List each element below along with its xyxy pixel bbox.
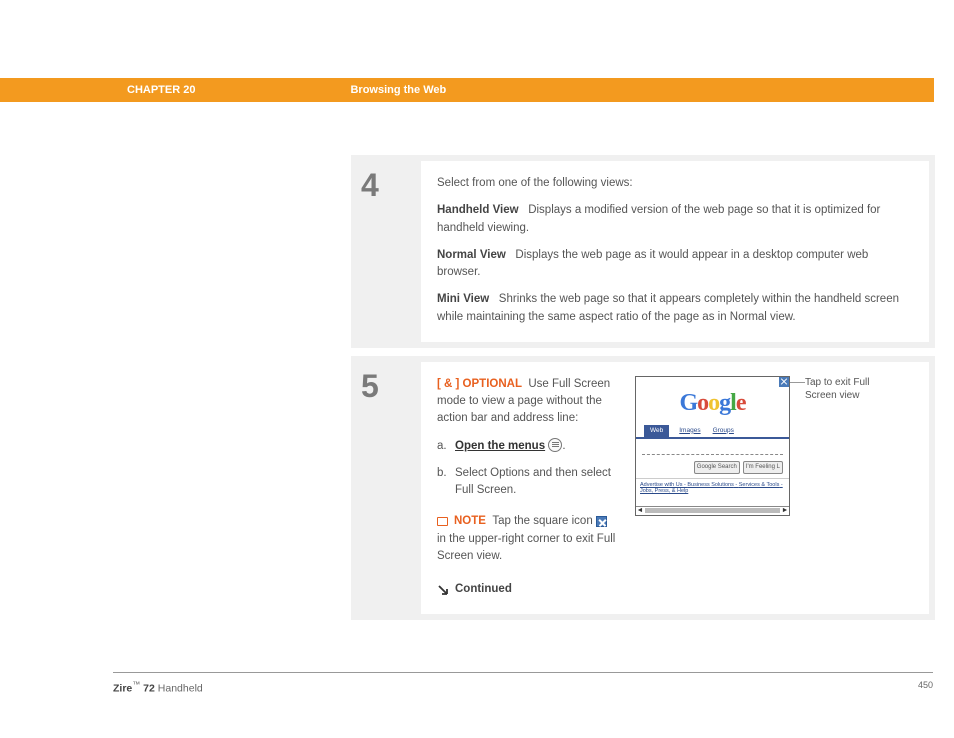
scroll-left-icon: ◄ <box>636 507 644 515</box>
step-number: 4 <box>361 167 421 204</box>
sublist-item-a: a. Open the menus . <box>437 438 617 455</box>
chapter-label: CHAPTER 20 <box>127 84 195 96</box>
scroll-right-icon: ► <box>781 507 789 515</box>
product-name: Zire™ 72 Handheld <box>113 680 203 695</box>
close-square-icon <box>596 516 607 527</box>
continued-label: Continued <box>455 581 512 598</box>
sublist-content: Open the menus . <box>455 438 566 455</box>
note-flag-icon <box>437 516 450 527</box>
handheld-footer-links: Advertise with Us - Business Solutions -… <box>636 478 789 498</box>
view-name: Normal View <box>437 249 506 261</box>
step-number-column: 4 <box>351 155 421 348</box>
view-name: Handheld View <box>437 204 519 216</box>
step5-figure-column: Tap to exit Full Screen view Google Web … <box>635 376 797 599</box>
step-4-body: Select from one of the following views: … <box>421 161 929 342</box>
note-label: NOTE <box>454 515 486 527</box>
handheld-tab-images: Images <box>677 425 702 437</box>
note-paragraph: NOTE Tap the square icon in the upper-ri… <box>437 513 617 565</box>
menu-icon <box>548 438 562 452</box>
arrow-down-right-icon <box>437 584 449 596</box>
step4-intro: Select from one of the following views: <box>437 175 913 192</box>
page-number: 450 <box>918 680 933 695</box>
handheld-search-row <box>636 439 789 461</box>
scroll-thumb <box>645 508 780 513</box>
view-name: Mini View <box>437 293 489 305</box>
sublist-item-b: b. Select Options and then select Full S… <box>437 465 617 500</box>
handheld-lucky-button: I'm Feeling L <box>743 461 783 474</box>
continued-row: Continued <box>437 581 617 598</box>
handheld-scrollbar: ◄ ► <box>636 506 789 515</box>
optional-tag: [ & ] OPTIONAL <box>437 378 522 390</box>
sublist-key: a. <box>437 438 455 455</box>
chapter-header-bar: CHAPTER 20 Browsing the Web <box>0 78 934 102</box>
handheld-screenshot: Google Web Images Groups Google Search <box>635 376 790 516</box>
view-mini: Mini View Shrinks the web page so that i… <box>437 291 913 326</box>
view-handheld: Handheld View Displays a modified versio… <box>437 202 913 237</box>
section-title: Browsing the Web <box>350 84 446 96</box>
optional-paragraph: [ & ] OPTIONAL Use Full Screen mode to v… <box>437 376 617 428</box>
view-desc: Shrinks the web page so that it appears … <box>437 293 899 322</box>
scroll-track <box>645 508 780 513</box>
step-5-body: [ & ] OPTIONAL Use Full Screen mode to v… <box>421 362 929 615</box>
step-number: 5 <box>361 368 421 405</box>
figure-callout: Tap to exit Full Screen view <box>805 376 885 402</box>
handheld-tab-web: Web <box>644 425 669 437</box>
handheld-tabs: Web Images Groups <box>636 425 789 439</box>
content-area: 4 Select from one of the following views… <box>351 155 935 628</box>
sublist-key: b. <box>437 465 455 500</box>
google-logo: Google <box>636 377 789 425</box>
handheld-search-line <box>642 445 783 455</box>
handheld-tab-groups: Groups <box>711 425 736 437</box>
step-4-block: 4 Select from one of the following views… <box>351 155 935 348</box>
note-pre: Tap the square icon <box>492 515 592 527</box>
period: . <box>562 440 565 452</box>
step-5-block: 5 [ & ] OPTIONAL Use Full Screen mode to… <box>351 356 935 621</box>
footer-rule <box>113 672 933 673</box>
step5-text-column: [ & ] OPTIONAL Use Full Screen mode to v… <box>437 376 617 599</box>
handheld-buttons-row: Google Search I'm Feeling L <box>636 461 789 474</box>
page-footer: Zire™ 72 Handheld 450 <box>113 680 933 695</box>
note-post: in the upper-right corner to exit Full S… <box>437 533 615 562</box>
open-the-menus-link[interactable]: Open the menus <box>455 440 545 452</box>
view-normal: Normal View Displays the web page as it … <box>437 247 913 282</box>
sublist: a. Open the menus . b. Select Options an… <box>437 438 617 500</box>
sublist-content: Select Options and then select Full Scre… <box>455 465 617 500</box>
handheld-close-icon <box>779 377 789 387</box>
step-number-column: 5 <box>351 356 421 621</box>
handheld-search-button: Google Search <box>694 461 740 474</box>
